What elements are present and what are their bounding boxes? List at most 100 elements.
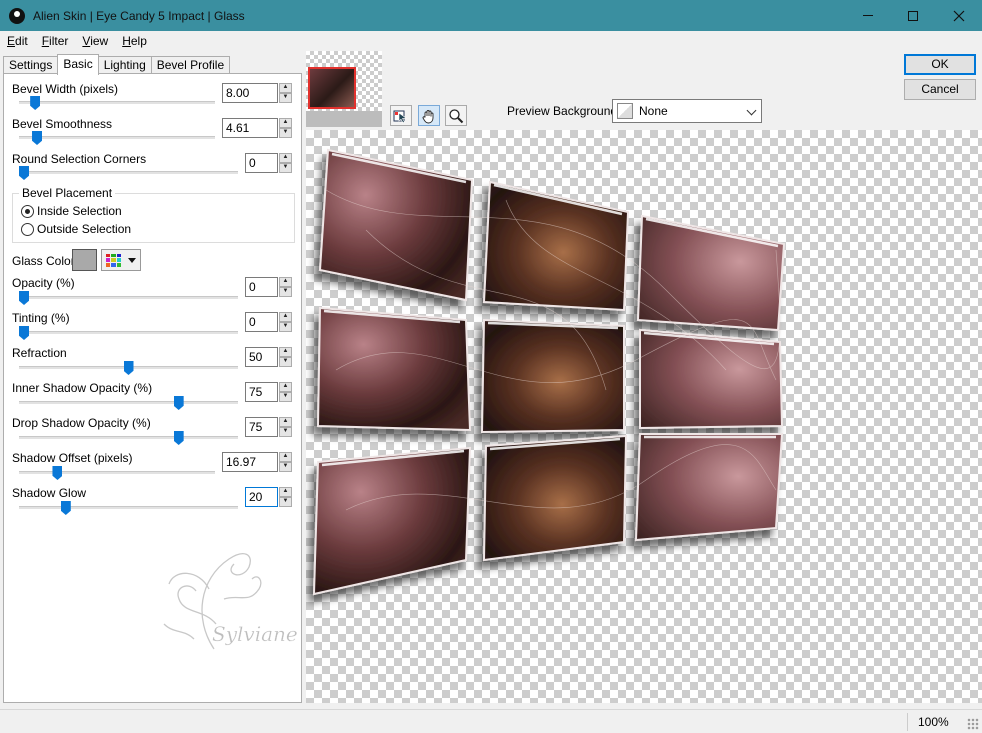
magnifier-icon — [449, 108, 464, 123]
status-bar: 100% — [0, 709, 982, 733]
shadow-offset-slider[interactable] — [52, 466, 63, 480]
spin-down-icon[interactable]: ▼ — [279, 163, 292, 173]
bevel-width-input[interactable]: 8.00 — [222, 83, 278, 103]
tinting-track[interactable] — [19, 331, 238, 334]
minimize-icon — [863, 15, 873, 16]
tinting-input[interactable]: 0 — [245, 312, 278, 332]
window-title: Alien Skin | Eye Candy 5 Impact | Glass — [33, 8, 245, 23]
spin-up-icon[interactable]: ▲ — [279, 118, 292, 128]
hand-icon — [422, 109, 434, 123]
bevel-width-track[interactable] — [19, 101, 215, 104]
inner-shadow-slider[interactable] — [173, 396, 184, 410]
minimize-button[interactable] — [845, 0, 891, 31]
zoom-tool[interactable] — [445, 105, 467, 126]
tinting-label: Tinting (%) — [12, 311, 70, 325]
tinting-slider[interactable] — [19, 326, 29, 340]
drop-shadow-track[interactable] — [19, 436, 238, 439]
menu-help[interactable]: Help — [115, 31, 154, 51]
spin-down-icon[interactable]: ▼ — [279, 93, 292, 103]
spin-up-icon[interactable]: ▲ — [279, 382, 292, 392]
spin-up-icon[interactable]: ▲ — [279, 452, 292, 462]
resize-grip-icon[interactable] — [967, 718, 979, 730]
bevel-smoothness-label: Bevel Smoothness — [12, 117, 113, 131]
round-corners-input[interactable]: 0 — [245, 153, 278, 173]
close-icon — [953, 10, 965, 21]
bevel-smoothness-track[interactable] — [19, 136, 215, 139]
spin-down-icon[interactable]: ▼ — [279, 322, 292, 332]
tab-basic[interactable]: Basic — [57, 54, 99, 75]
bevel-smoothness-spinner: 4.61 ▲ ▼ — [222, 118, 292, 138]
tinting-spinner: 0 ▲ ▼ — [245, 312, 292, 332]
inner-shadow-label: Inner Shadow Opacity (%) — [12, 381, 153, 395]
shadow-glow-label: Shadow Glow — [12, 486, 87, 500]
bevel-placement-group: Bevel Placement Inside Selection Outside… — [12, 186, 295, 243]
close-button[interactable] — [936, 0, 982, 31]
refraction-slider[interactable] — [123, 361, 134, 375]
navigator-selection[interactable] — [308, 67, 356, 109]
round-corners-slider[interactable] — [19, 166, 29, 180]
glass-color-swatch[interactable] — [72, 249, 97, 271]
maximize-button[interactable] — [890, 0, 936, 31]
navigator-thumbnail[interactable] — [306, 51, 382, 127]
glass-color-label: Glass Color — [12, 254, 75, 268]
opacity-input[interactable]: 0 — [245, 277, 278, 297]
spin-up-icon[interactable]: ▲ — [279, 417, 292, 427]
basic-settings-panel: Bevel Width (pixels) 8.00 ▲ ▼ Bevel Smoot… — [3, 73, 302, 703]
shadow-offset-input[interactable]: 16.97 — [222, 452, 278, 472]
watermark-signature: Sylviane — [163, 553, 298, 650]
opacity-spinner: 0 ▲ ▼ — [245, 277, 292, 297]
bevel-width-spinner: 8.00 ▲ ▼ — [222, 83, 292, 103]
inner-shadow-track[interactable] — [19, 401, 238, 404]
app-icon — [9, 7, 25, 24]
spin-up-icon[interactable]: ▲ — [279, 347, 292, 357]
menu-filter[interactable]: Filter — [35, 31, 76, 51]
preview-background-label: Preview Background: — [507, 104, 621, 118]
ok-button[interactable]: OK — [904, 54, 976, 75]
zoom-to-fit-tool[interactable] — [390, 105, 412, 126]
spin-down-icon[interactable]: ▼ — [279, 427, 292, 437]
preview-canvas[interactable] — [306, 130, 982, 703]
inner-shadow-input[interactable]: 75 — [245, 382, 278, 402]
bevel-smoothness-input[interactable]: 4.61 — [222, 118, 278, 138]
spin-up-icon[interactable]: ▲ — [279, 153, 292, 163]
spin-up-icon[interactable]: ▲ — [279, 83, 292, 93]
spin-down-icon[interactable]: ▼ — [279, 462, 292, 472]
shadow-glow-slider[interactable] — [60, 501, 71, 515]
transparent-swatch-icon — [617, 103, 633, 119]
spin-up-icon[interactable]: ▲ — [279, 312, 292, 322]
radio-outside-selection[interactable]: Outside Selection — [21, 222, 131, 236]
cancel-button[interactable]: Cancel — [904, 79, 976, 100]
menu-edit[interactable]: Edit — [0, 31, 35, 51]
opacity-track[interactable] — [19, 296, 238, 299]
drop-shadow-input[interactable]: 75 — [245, 417, 278, 437]
opacity-slider[interactable] — [19, 291, 29, 305]
spin-up-icon[interactable]: ▲ — [279, 277, 292, 287]
spin-down-icon[interactable]: ▼ — [279, 357, 292, 367]
spin-down-icon[interactable]: ▼ — [279, 392, 292, 402]
title-bar: Alien Skin | Eye Candy 5 Impact | Glass — [0, 0, 982, 31]
shadow-glow-input[interactable]: 20 — [245, 487, 278, 507]
hand-tool[interactable] — [418, 105, 440, 126]
spin-down-icon[interactable]: ▼ — [279, 287, 292, 297]
opacity-label: Opacity (%) — [12, 276, 75, 290]
round-corners-track[interactable] — [19, 171, 238, 174]
round-corners-label: Round Selection Corners — [12, 152, 147, 166]
drop-shadow-slider[interactable] — [173, 431, 184, 445]
menu-view[interactable]: View — [75, 31, 115, 51]
bevel-smoothness-slider[interactable] — [32, 131, 43, 145]
spin-down-icon[interactable]: ▼ — [279, 497, 292, 507]
color-picker-button[interactable] — [101, 249, 141, 271]
refraction-input[interactable]: 50 — [245, 347, 278, 367]
preview-background-select[interactable]: None — [612, 99, 762, 123]
spin-up-icon[interactable]: ▲ — [279, 487, 292, 497]
bevel-width-slider[interactable] — [30, 96, 41, 110]
glass-effect-preview-image — [312, 148, 786, 596]
palette-icon — [106, 253, 121, 267]
shadow-offset-track[interactable] — [19, 471, 215, 474]
shadow-offset-spinner: 16.97 ▲ ▼ — [222, 452, 292, 472]
radio-unchecked-icon — [21, 222, 34, 236]
shadow-glow-track[interactable] — [19, 506, 238, 509]
preview-background-value: None — [639, 104, 668, 118]
radio-inside-selection[interactable]: Inside Selection — [21, 204, 122, 218]
spin-down-icon[interactable]: ▼ — [279, 128, 292, 138]
